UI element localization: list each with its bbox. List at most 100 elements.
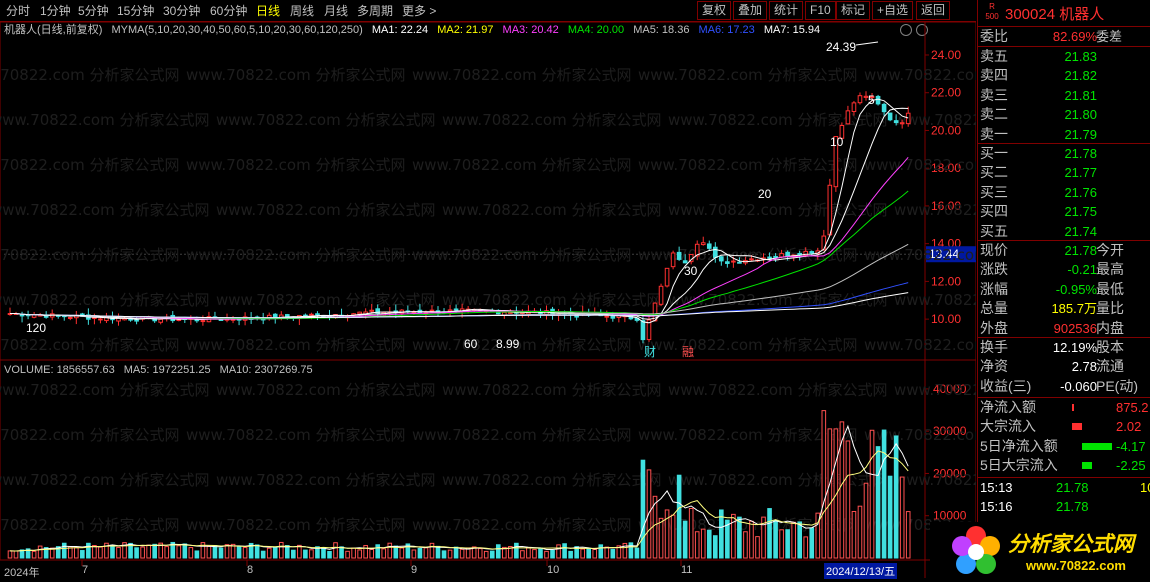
candle-body: [731, 260, 736, 263]
watermark-text: www.70822.com 分析家公式网: [0, 246, 180, 264]
volume-bar: [333, 542, 338, 559]
volume-bar: [779, 529, 784, 559]
volume-bar: [134, 547, 139, 559]
volume-bar: [634, 547, 640, 559]
fundamental-right-label: 股本: [1096, 339, 1124, 355]
candlestick-chart[interactable]: 10.0012.0014.0016.0018.0020.0022.0024.00…: [0, 0, 976, 582]
volume-bar: [116, 546, 121, 559]
watermark-text: www.70822.com 分析家公式网: [0, 66, 180, 84]
volume-bar: [278, 541, 284, 559]
tick-time: 15:16: [980, 499, 1013, 515]
sell-level-label: 卖四: [980, 67, 1008, 84]
volume-bar: [544, 550, 549, 559]
volume-bar: [182, 543, 188, 559]
volume-bar: [845, 440, 851, 559]
volume-bar: [628, 542, 634, 559]
volume-bar: [706, 529, 712, 559]
volume-bar: [610, 549, 616, 559]
fundamental-value: 2.78: [1071, 359, 1097, 375]
ma-period-label: 120: [26, 321, 46, 335]
candle-body: [821, 235, 827, 251]
logo-url[interactable]: www.70822.com: [1026, 558, 1126, 573]
volume-bar: [31, 550, 37, 559]
watermark-text: www.70822.com 分析家公式网: [442, 471, 662, 489]
volume-bar: [580, 548, 585, 559]
volume-bar: [164, 546, 170, 559]
quote-stat-label: 涨幅: [980, 280, 1008, 297]
sell-level-label: 卖一: [980, 125, 1008, 142]
sell-level-price: 21.82: [1064, 68, 1097, 84]
sell-level-price: 21.80: [1064, 107, 1097, 123]
watermark-text: www.70822.com 分析家公式网: [412, 246, 632, 264]
candle-body: [887, 112, 893, 121]
candle-body: [429, 309, 435, 312]
volume-bar: [869, 429, 875, 559]
volume-bar: [483, 550, 489, 559]
volume-value: VOLUME: 1856557.63: [4, 364, 115, 376]
buy-level-label: 买二: [980, 164, 1008, 181]
volume-bar: [453, 546, 459, 559]
candle-body: [134, 319, 139, 322]
candle-body: [31, 314, 37, 318]
candle-body: [809, 251, 815, 254]
candle-body: [779, 253, 784, 258]
sell-level-price: 21.79: [1064, 126, 1097, 142]
volume-bar: [785, 529, 790, 559]
x-axis-label-oct: 10: [547, 564, 560, 576]
watermark-text: www.70822.com 分析家公式网: [864, 66, 976, 84]
volume-bar: [767, 508, 772, 559]
volume-bar: [857, 505, 863, 559]
quote-stat-value: -0.95%: [1055, 281, 1097, 297]
volume-bar: [327, 550, 332, 559]
volume-bar: [272, 546, 278, 559]
volume-bar: [495, 544, 501, 559]
candle-body: [447, 309, 453, 312]
candle-body: [453, 308, 459, 311]
volume-bar: [887, 475, 893, 559]
current-date-label: 2024/12/13/五: [824, 563, 898, 579]
quote-stat-right-label: 内盘: [1096, 319, 1124, 336]
tick-volume: 10: [1140, 480, 1150, 495]
fund-flow-row: 5日净流入额 -4.17: [978, 437, 1150, 456]
volume-bar: [236, 546, 242, 559]
quote-stat-right-label: 最低: [1096, 280, 1124, 297]
candle-body: [670, 252, 676, 268]
sell-level-row: 卖一 21.79: [978, 125, 1150, 144]
volume-bar: [423, 547, 429, 559]
candle-body: [905, 112, 911, 125]
watermark-text: www.70822.com 分析家公式网: [0, 516, 180, 534]
tick-time: 15:13: [980, 480, 1013, 495]
watermark-text: www.70822.com 分析家公式网: [412, 426, 632, 444]
volume-bar: [369, 548, 375, 559]
candle-body: [785, 251, 790, 257]
candle-body: [719, 256, 724, 262]
volume-bar: [284, 545, 290, 559]
candle-body: [357, 311, 362, 315]
buy-level-price: 21.78: [1064, 146, 1097, 161]
low-price-label: 8.99: [496, 337, 520, 351]
quote-stat-right-label: 今开: [1096, 242, 1124, 258]
weibi-label: 委比: [980, 28, 1008, 44]
finance-marker: 财: [644, 345, 656, 359]
quote-stat-label: 总量: [980, 300, 1008, 317]
quote-stat-value: 902536: [1053, 320, 1097, 336]
volume-bar: [489, 550, 495, 559]
fund-flow-value: 875.2: [1116, 400, 1149, 415]
volume-bar: [562, 543, 567, 559]
volume-bar: [640, 459, 646, 559]
watermark-text: www.70822.com 分析家公式网: [442, 381, 662, 399]
site-logo: 分析家公式网 www.70822.com: [930, 522, 1150, 582]
volume-bar: [218, 547, 224, 559]
candle-body: [640, 320, 646, 341]
candle-body: [893, 120, 899, 124]
candle-body: [773, 255, 778, 258]
price-tick-label: 22.00: [931, 86, 961, 100]
candle-body: [604, 315, 610, 318]
quote-stat-row: 现价 21.78 今开: [978, 241, 1150, 260]
quote-stat-row: 外盘 902536 内盘: [978, 319, 1150, 338]
fund-flow-label: 净流入额: [980, 399, 1036, 415]
volume-bar: [682, 520, 688, 559]
watermark-text: www.70822.com 分析家公式网: [894, 471, 976, 489]
sell-level-row: 卖二 21.80: [978, 105, 1150, 124]
stock-code: 300024: [1005, 6, 1056, 23]
